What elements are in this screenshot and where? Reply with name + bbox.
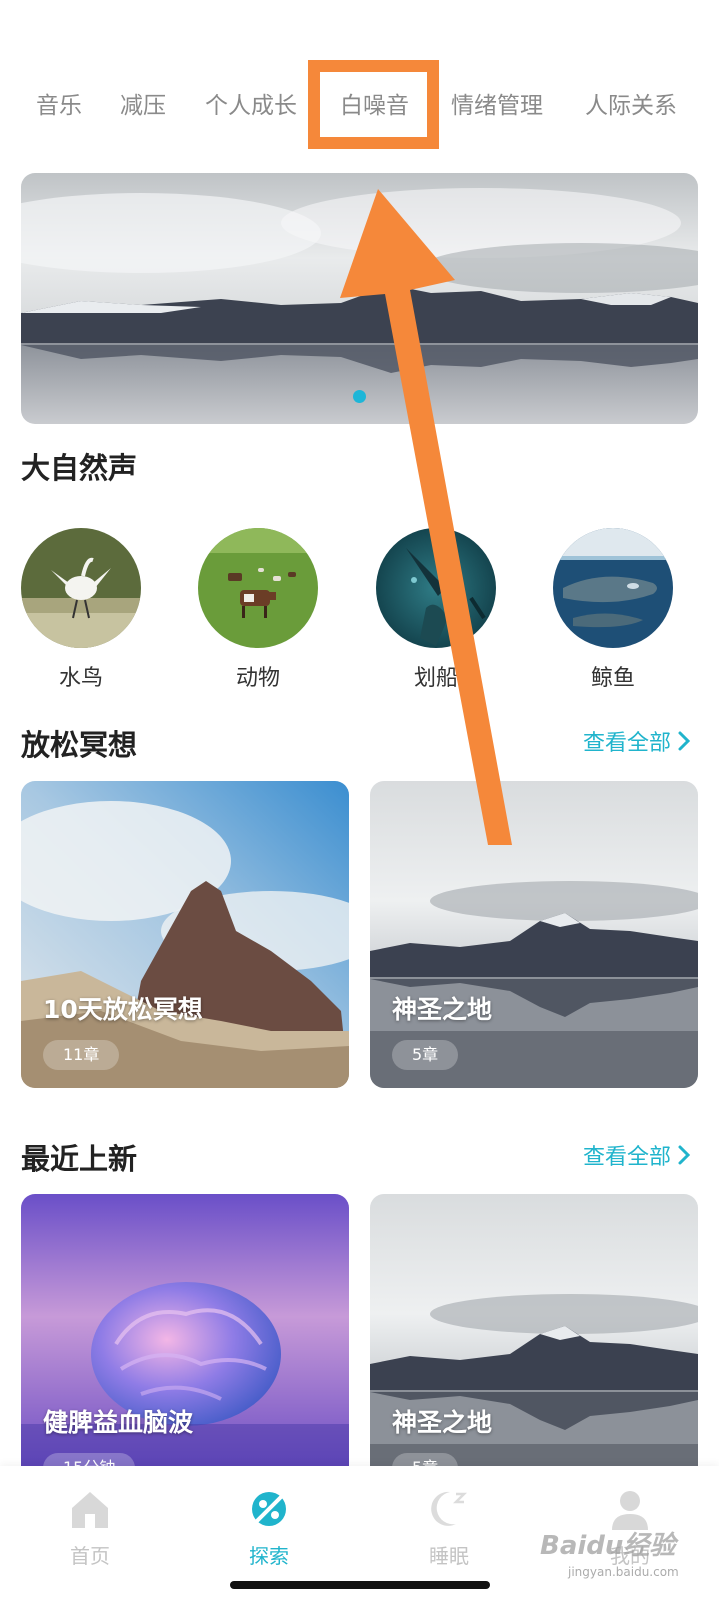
relax-see-all-link[interactable]: 查看全部 (583, 725, 691, 757)
nav-sleep-label: 睡眠 (429, 1544, 469, 1568)
nature-item-label: 动物 (235, 666, 280, 691)
nav-sleep[interactable]: 睡眠 (394, 1486, 504, 1569)
card-title: 神圣之地 (392, 1408, 493, 1437)
chevron-right-icon (678, 731, 691, 751)
new-release-card[interactable]: 健脾益血脑波 15分钟 (21, 1194, 349, 1501)
waterbird-image (21, 528, 141, 648)
nature-item-label: 划船 (413, 666, 458, 691)
recent-section-title: 最近上新 (21, 1142, 138, 1176)
chapter-count-badge: 5章 (392, 1040, 459, 1070)
tab-personal-growth[interactable]: 个人成长 (205, 84, 297, 128)
chapter-count-badge: 11章 (43, 1040, 120, 1070)
watermark-url: jingyan.baidu.com (568, 1565, 679, 1579)
nav-home-label: 首页 (70, 1544, 110, 1568)
home-indicator[interactable] (230, 1581, 490, 1589)
whale-image (553, 528, 673, 648)
nav-explore-label: 探索 (249, 1544, 289, 1568)
nature-item-label: 水鸟 (58, 666, 103, 691)
chevron-right-icon (678, 1145, 691, 1165)
nature-sound-list: 水鸟 动物 划船 鲸鱼 (0, 528, 719, 698)
new-release-card[interactable]: 神圣之地 5章 (370, 1194, 698, 1501)
recent-see-all-link[interactable]: 查看全部 (583, 1139, 691, 1171)
home-icon (72, 1492, 108, 1528)
nav-explore[interactable]: 探索 (214, 1486, 324, 1569)
card-title: 10天放松冥想 (43, 995, 203, 1024)
nature-item-label: 鲸鱼 (590, 666, 635, 691)
nature-item-waterbird[interactable]: 水鸟 (21, 528, 141, 692)
moon-icon (431, 1491, 468, 1526)
nature-item-animals[interactable]: 动物 (198, 528, 318, 692)
explore-icon (252, 1490, 288, 1526)
card-title: 神圣之地 (392, 995, 493, 1024)
meditation-card[interactable]: 神圣之地 5章 (370, 781, 698, 1088)
tab-emotion-management[interactable]: 情绪管理 (451, 84, 543, 128)
nature-section-title: 大自然声 (21, 451, 138, 485)
tab-relationships[interactable]: 人际关系 (585, 84, 677, 128)
meditation-card[interactable]: 10天放松冥想 11章 (21, 781, 349, 1088)
card-title: 健脾益血脑波 (43, 1408, 194, 1437)
animals-image (198, 528, 318, 648)
nature-item-rowing[interactable]: 划船 (376, 528, 496, 692)
tab-music[interactable]: 音乐 (36, 84, 82, 128)
tutorial-highlight-box (308, 60, 439, 149)
watermark: Baidu经验 (540, 1531, 676, 1561)
relax-section-title: 放松冥想 (21, 728, 138, 762)
see-all-label: 查看全部 (582, 1145, 671, 1170)
nature-item-whale[interactable]: 鲸鱼 (553, 528, 673, 692)
banner-lake-image (21, 173, 698, 424)
carousel-indicator-dot (353, 390, 366, 403)
nav-home[interactable]: 首页 (35, 1486, 145, 1569)
banner-carousel[interactable] (21, 173, 698, 424)
tab-stress-relief[interactable]: 减压 (120, 84, 166, 128)
rowing-image (376, 528, 496, 648)
see-all-label: 查看全部 (582, 731, 671, 756)
